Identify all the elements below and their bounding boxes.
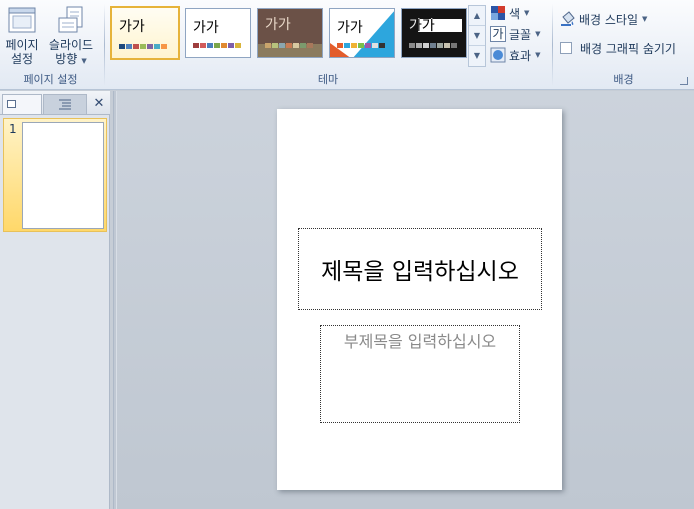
subtitle-placeholder-text: 부제목을 입력하십시오 [343, 332, 497, 351]
theme-thumbnail-office[interactable]: 가가 [110, 6, 180, 60]
theme-colors-button[interactable]: 색 ▼ [490, 4, 529, 22]
slide-orientation-button[interactable]: 슬라이드 방향 ▼ [44, 4, 98, 68]
theme-color-swatches [265, 43, 313, 48]
themes-group-label: 테마 [317, 73, 339, 86]
gallery-more-icon[interactable]: ▼ [469, 46, 485, 66]
tab-slides[interactable] [2, 94, 42, 114]
themes-group: 가가 가가 가가 가가 가가 ▲ ▼ ▼ 색 ▼ 가 글꼴 ▼ 효과 ▼ 테마 [105, 0, 551, 90]
theme-thumbnail-5[interactable]: 가가 [401, 8, 467, 58]
chevron-down-icon: ▼ [81, 57, 87, 65]
gallery-scroll-down-icon[interactable]: ▼ [469, 26, 485, 46]
hide-background-graphics-label: 배경 그래픽 숨기기 [580, 41, 676, 56]
theme-color-swatches [337, 43, 385, 48]
theme-thumbnail-4[interactable]: 가가 [329, 8, 395, 58]
theme-sample-text: 가가 [193, 20, 219, 36]
theme-effects-button[interactable]: 효과 ▼ [490, 46, 540, 64]
chevron-down-icon: ▼ [642, 15, 648, 23]
theme-fonts-button[interactable]: 가 글꼴 ▼ [490, 25, 540, 43]
slide-orientation-icon [58, 6, 83, 33]
slide-canvas[interactable]: 제목을 입력하십시오 부제목을 입력하십시오 [277, 109, 562, 490]
chevron-down-icon: ▼ [535, 51, 541, 59]
page-setup-button[interactable]: 페이지 설정 [3, 4, 41, 66]
theme-color-swatches [193, 43, 241, 48]
theme-sample-text: 가가 [265, 17, 291, 33]
gallery-scroll-up-icon[interactable]: ▲ [469, 6, 485, 26]
slides-tab-icon [7, 100, 16, 108]
title-placeholder-text: 제목을 입력하십시오 [321, 259, 519, 285]
slides-panel: ✕ 1 [0, 91, 110, 509]
page-setup-label-line2: 설정 [10, 52, 34, 66]
theme-sample-text: 가가 [337, 20, 363, 36]
slide-thumbnail-item[interactable]: 1 [3, 118, 107, 232]
checkbox-icon[interactable] [560, 42, 572, 54]
effects-icon [490, 47, 506, 63]
page-setup-group-label: 페이지 설정 [23, 73, 78, 86]
hide-background-graphics-checkbox[interactable]: 배경 그래픽 숨기기 [560, 39, 676, 57]
close-panel-button[interactable]: ✕ [90, 95, 108, 113]
slide-number: 1 [9, 122, 17, 136]
slide-orientation-label-line2: 방향 ▼ [55, 52, 87, 66]
background-group-label: 배경 [613, 73, 634, 86]
palette-icon [491, 6, 505, 20]
theme-thumbnail-2[interactable]: 가가 [185, 8, 251, 58]
theme-sample-text: 가가 [119, 19, 145, 35]
subtitle-placeholder[interactable]: 부제목을 입력하십시오 [320, 325, 520, 423]
page-setup-icon [8, 7, 36, 33]
background-styles-button[interactable]: 배경 스타일 ▼ [560, 10, 647, 28]
page-setup-group: 페이지 설정 슬라이드 방향 ▼ 페이지 설정 [0, 0, 101, 90]
theme-color-swatches [119, 44, 167, 49]
chevron-down-icon: ▼ [524, 9, 530, 17]
theme-gallery-scroller[interactable]: ▲ ▼ ▼ [468, 5, 486, 67]
chevron-down-icon: ▼ [535, 30, 541, 38]
font-icon: 가 [490, 26, 506, 42]
page-setup-label-line1: 페이지 [5, 38, 39, 52]
panel-tabs: ✕ [0, 91, 110, 115]
background-group: 배경 스타일 ▼ 배경 그래픽 숨기기 배경 [553, 0, 694, 90]
ribbon: 페이지 설정 슬라이드 방향 ▼ 페이지 설정 가가 가가 가가 가가 가가 ▲… [0, 0, 694, 90]
slide-orientation-label-line1: 슬라이드 [48, 38, 94, 52]
outline-tab-icon [59, 99, 71, 110]
dialog-launcher-icon[interactable] [680, 77, 688, 85]
background-styles-label: 배경 스타일 [579, 12, 639, 27]
tab-outline[interactable] [43, 94, 87, 114]
paint-bucket-icon [561, 11, 575, 26]
slide-thumbnail[interactable] [22, 122, 104, 229]
close-icon: ✕ [93, 96, 105, 111]
theme-thumbnail-3[interactable]: 가가 [257, 8, 323, 58]
theme-color-swatches [409, 43, 457, 48]
theme-fonts-label: 글꼴 [509, 27, 532, 42]
theme-sample-text: 가가 [409, 18, 435, 34]
theme-effects-label: 효과 [509, 48, 532, 63]
title-placeholder[interactable]: 제목을 입력하십시오 [298, 228, 542, 310]
theme-colors-label: 색 [509, 6, 521, 21]
